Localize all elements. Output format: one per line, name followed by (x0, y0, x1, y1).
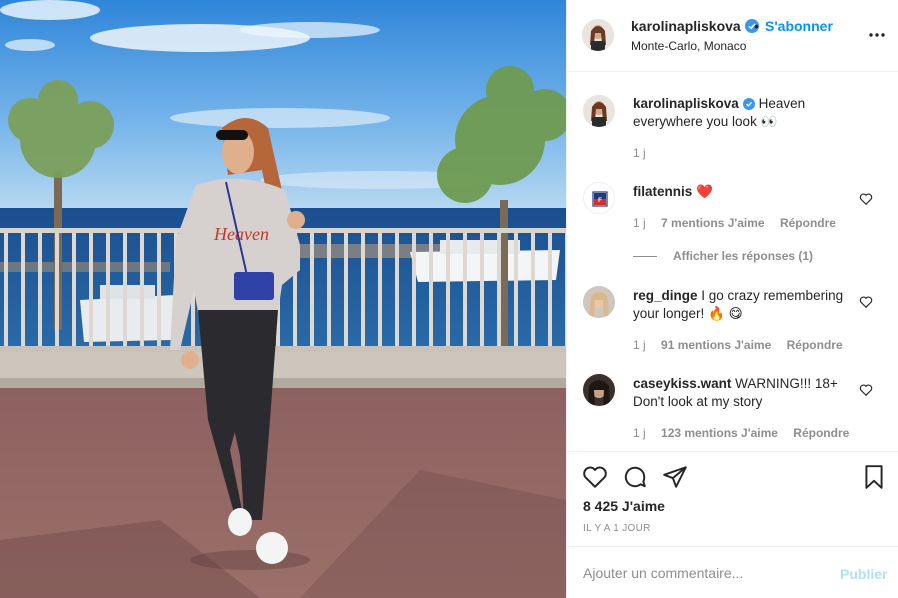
railing-baluster (429, 233, 433, 346)
railing-baluster (463, 233, 467, 346)
railing-baluster (395, 233, 399, 346)
caption: karolinapliskova Heaven everywhere you l… (633, 95, 853, 131)
comment-meta: 1 j 7 mentions J'aime Répondre (633, 216, 848, 230)
railing-baluster (106, 233, 110, 346)
comment-likes[interactable]: 123 mentions J'aime (661, 426, 778, 440)
railing-baluster (531, 233, 535, 346)
fila-logo: F (584, 183, 614, 213)
railing-baluster (514, 233, 518, 346)
author-username-text[interactable]: karolinapliskova (631, 18, 741, 34)
avatar-photo (583, 286, 615, 318)
railing-baluster (412, 233, 416, 346)
railing-baluster (548, 233, 552, 346)
railing-baluster (21, 233, 25, 346)
avatar-photo (583, 374, 615, 406)
railing-baluster (480, 233, 484, 346)
view-replies-label[interactable]: Afficher les réponses (1) (673, 249, 813, 263)
svg-text:Heaven: Heaven (213, 224, 269, 244)
author-avatar[interactable] (582, 19, 614, 51)
comment-icon[interactable] (622, 464, 648, 490)
verified-badge-icon (742, 98, 755, 110)
comment-avatar[interactable] (583, 286, 615, 318)
comment-username[interactable]: filatennis (633, 184, 692, 199)
railing-baluster (89, 233, 93, 346)
heart-icon[interactable] (582, 464, 608, 490)
view-replies-button[interactable]: Afficher les réponses (1) (633, 249, 813, 263)
comment-username[interactable]: caseykiss.want (633, 376, 731, 391)
railing-baluster (310, 233, 314, 346)
railing-baluster (72, 233, 76, 346)
header-separator: • (754, 18, 759, 34)
caption-time[interactable]: 1 j (633, 146, 646, 160)
post-image: Heaven (0, 0, 566, 598)
caption-avatar[interactable] (583, 95, 615, 127)
comment-likes[interactable]: 7 mentions J'aime (661, 216, 765, 230)
railing-baluster (123, 233, 127, 346)
comment-likes[interactable]: 91 mentions J'aime (661, 338, 771, 352)
post-photo[interactable]: Heaven (0, 0, 566, 598)
comment-avatar[interactable] (583, 374, 615, 406)
railing-baluster (38, 233, 42, 346)
post-timestamp[interactable]: IL Y A 1 JOUR (583, 523, 651, 534)
caption-meta: 1 j (633, 146, 658, 160)
reply-button[interactable]: Répondre (793, 426, 849, 440)
comment-heart-icon[interactable] (859, 383, 873, 397)
comment-input[interactable] (583, 559, 823, 587)
svg-text:F: F (598, 198, 602, 204)
railing-baluster (140, 233, 144, 346)
comments-list[interactable]: karolinapliskova Heaven everywhere you l… (567, 73, 898, 451)
add-comment-bar: Publier (567, 546, 898, 598)
reply-button[interactable]: Répondre (780, 216, 836, 230)
railing-baluster (157, 233, 161, 346)
railing-baluster (378, 233, 382, 346)
follow-button[interactable]: S'abonner (765, 18, 833, 34)
comment-time[interactable]: 1 j (633, 338, 646, 352)
author-username[interactable]: karolinapliskova (631, 18, 759, 34)
comment-meta: 1 j 91 mentions J'aime Répondre (633, 338, 855, 352)
comment-heart-icon[interactable] (859, 192, 873, 206)
caption-username[interactable]: karolinapliskova (633, 96, 739, 111)
comment-avatar[interactable]: F (583, 182, 615, 214)
comment-meta: 1 j 123 mentions J'aime Répondre (633, 426, 861, 440)
comment-time[interactable]: 1 j (633, 426, 646, 440)
bookmark-icon[interactable] (861, 464, 887, 490)
post-location[interactable]: Monte-Carlo, Monaco (631, 39, 746, 53)
post-details-panel: karolinapliskova • S'abonner Monte-Carlo… (566, 0, 898, 598)
more-horizontal-icon[interactable] (867, 27, 887, 43)
comment-username[interactable]: reg_dinge (633, 288, 698, 303)
reply-button[interactable]: Répondre (787, 338, 843, 352)
comment-heart-icon[interactable] (859, 295, 873, 309)
post-header: karolinapliskova • S'abonner Monte-Carlo… (567, 0, 898, 72)
railing-baluster (344, 233, 348, 346)
publish-button[interactable]: Publier (840, 566, 887, 582)
comment: reg_dinge I go crazy remembering your lo… (633, 287, 853, 323)
railing-baluster (497, 233, 501, 346)
railing-baluster (4, 233, 8, 346)
railing-baluster (446, 233, 450, 346)
share-icon[interactable] (662, 464, 688, 490)
replies-line (633, 256, 657, 258)
like-count[interactable]: 8 425 J'aime (583, 498, 665, 514)
post-actions: 8 425 J'aime IL Y A 1 JOUR (567, 451, 898, 546)
comment-text: ❤️ (696, 184, 713, 199)
railing-baluster (327, 233, 331, 346)
comment: filatennis ❤️ (633, 183, 853, 201)
railing-baluster (55, 233, 59, 346)
comment: caseykiss.want WARNING!!! 18+ Don't look… (633, 375, 853, 411)
comment-time[interactable]: 1 j (633, 216, 646, 230)
railing-baluster (361, 233, 365, 346)
avatar-photo (582, 19, 614, 51)
avatar-photo (583, 95, 615, 127)
